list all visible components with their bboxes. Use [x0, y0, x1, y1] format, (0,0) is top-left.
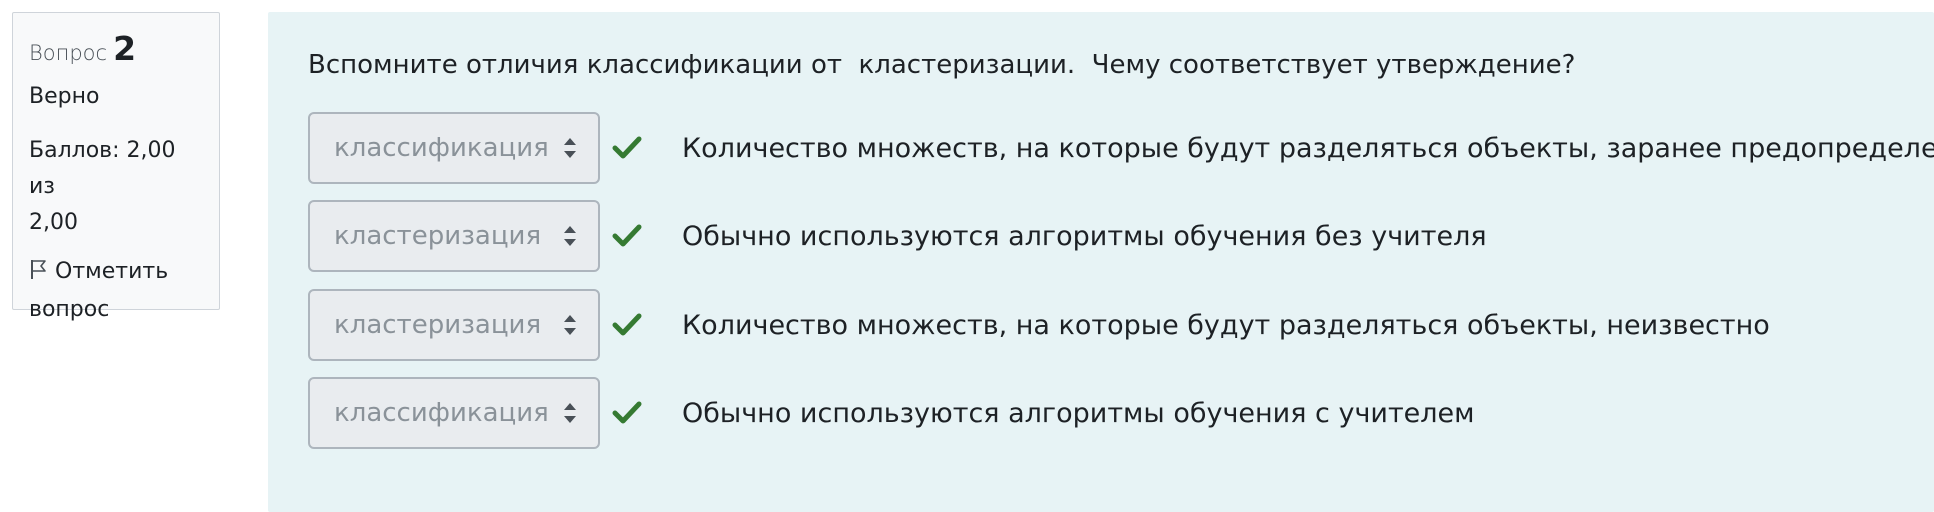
question-label: Вопрос [29, 41, 108, 65]
question-info-panel: Вопрос 2 Верно Баллов: 2,00 из 2,00 Отме… [12, 12, 220, 322]
match-statement: Обычно используются алгоритмы обучения с… [682, 397, 1475, 429]
question-text: Вспомните отличия классификации от класт… [308, 50, 1576, 80]
check-icon [612, 136, 642, 159]
select-value: классификация [334, 398, 549, 428]
match-statement: Количество множеств, на которые будут ра… [682, 132, 1934, 164]
answer-select[interactable]: кластеризация [308, 200, 600, 272]
match-row: классификация Обычно используются алгори… [308, 377, 1475, 449]
select-value: классификация [334, 133, 549, 163]
answer-select[interactable]: классификация [308, 377, 600, 449]
answer-select[interactable]: кластеризация [308, 289, 600, 361]
question-number-value: 2 [113, 29, 137, 68]
grade-line-2: 2,00 [29, 210, 78, 235]
match-row: классификация Количество множеств, на ко… [308, 112, 1934, 184]
question-content: Вспомните отличия классификации от класт… [268, 12, 1934, 512]
chevron-updown-icon [564, 138, 576, 158]
match-statement: Количество множеств, на которые будут ра… [682, 309, 1770, 341]
flag-label-2: вопрос [29, 297, 110, 322]
flag-question-link[interactable]: Отметить вопрос [29, 253, 203, 329]
chevron-updown-icon [564, 403, 576, 423]
select-value: кластеризация [334, 310, 542, 340]
flag-label-1: Отметить [55, 259, 169, 284]
match-row: кластеризация Обычно используются алгори… [308, 200, 1487, 272]
check-icon [612, 313, 642, 336]
check-icon [612, 401, 642, 424]
match-statement: Обычно используются алгоритмы обучения б… [682, 220, 1487, 252]
flag-icon [31, 260, 46, 279]
grade-line-1: Баллов: 2,00 из [29, 138, 176, 199]
answer-select[interactable]: классификация [308, 112, 600, 184]
match-row: кластеризация Количество множеств, на ко… [308, 289, 1770, 361]
question-grade: Баллов: 2,00 из 2,00 [29, 133, 203, 241]
question-state: Верно [29, 84, 100, 109]
select-value: кластеризация [334, 221, 542, 251]
check-icon [612, 224, 642, 247]
question-number: Вопрос 2 [29, 29, 203, 68]
chevron-updown-icon [564, 226, 576, 246]
chevron-updown-icon [564, 315, 576, 335]
